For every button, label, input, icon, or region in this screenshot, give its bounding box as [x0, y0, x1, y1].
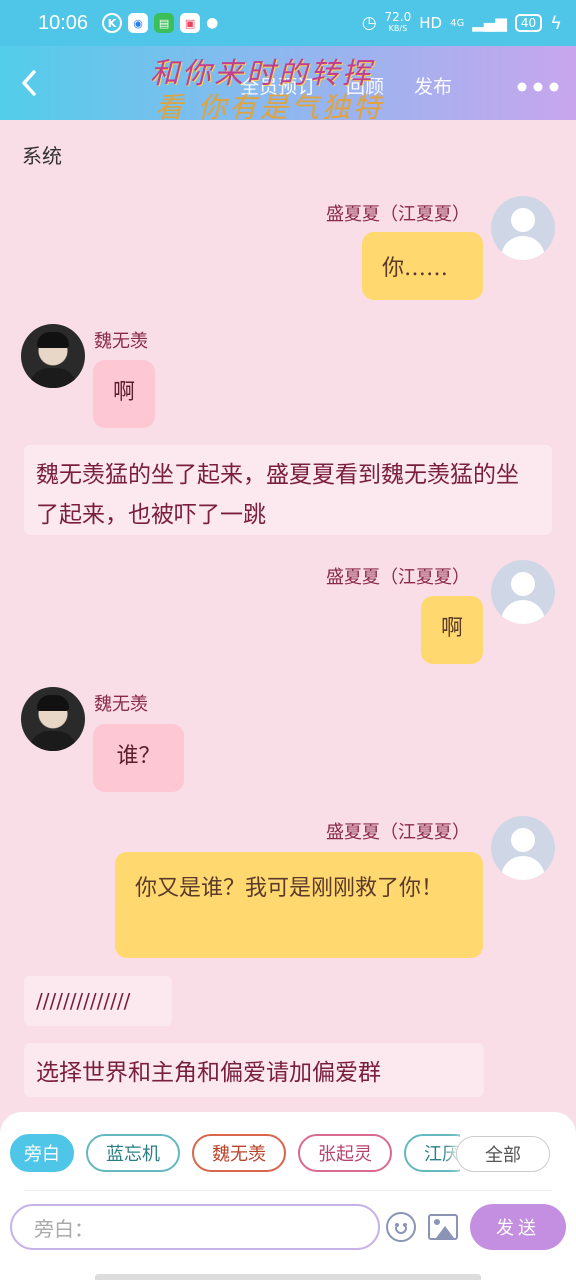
app-icon: ◉ [128, 13, 149, 33]
all-roles-button[interactable]: 全部 [456, 1136, 550, 1172]
narration-text: 魏无羡猛的坐了起来，盛夏夏看到魏无羡猛的坐了起来，也被吓了一跳 [24, 445, 552, 535]
role-chip-lanwangji[interactable]: 蓝忘机 [86, 1134, 180, 1172]
message-bubble[interactable]: 啊 [421, 596, 483, 664]
dot-icon: ● [206, 15, 219, 31]
battery-icon: 40 [514, 14, 543, 32]
more-dots-icon [517, 82, 559, 92]
message-bubble[interactable]: 谁？ [93, 724, 184, 792]
composer-panel: 旁白 蓝忘机 魏无羡 张起灵 江厌 全部 旁白： 发送 [0, 1112, 576, 1280]
shop-app-icon: ▣ [180, 13, 201, 33]
role-selector[interactable]: 旁白 蓝忘机 魏无羡 张起灵 江厌 [10, 1134, 460, 1174]
sender-name: 盛夏夏（江夏夏） [326, 567, 470, 588]
sender-name: 盛夏夏（江夏夏） [326, 822, 470, 843]
alarm-icon: ◷ [361, 13, 377, 33]
back-button[interactable] [18, 68, 46, 98]
narration-text: ////////////// [24, 976, 172, 1026]
role-chip-narrator[interactable]: 旁白 [10, 1134, 74, 1172]
avatar[interactable] [21, 687, 85, 751]
avatar[interactable] [491, 196, 555, 260]
status-bar: 10:06 K ◉ ▤ ▣ ● ◷ 72.0 KB/S HD 4G ▂▄▆ 40… [0, 0, 576, 46]
home-indicator [95, 1274, 481, 1280]
tab-publish[interactable]: 发布 [414, 72, 452, 99]
avatar[interactable] [491, 816, 555, 880]
image-icon[interactable] [428, 1214, 458, 1240]
charging-icon: ϟ [550, 12, 562, 34]
message-bubble[interactable]: 你又是谁？我可是刚刚救了你！ [115, 852, 483, 958]
chat-header: 全员预订 回顾 发布 和你来时的转挥 看 你有是气独特 [0, 46, 576, 124]
message-bubble[interactable]: 你…… [362, 232, 483, 300]
chat-area[interactable]: 系统 盛夏夏（江夏夏） 你…… 魏无羡 啊 魏无羡猛的坐了起来，盛夏夏看到魏无羡… [0, 120, 576, 1110]
sender-name: 魏无羡 [94, 331, 148, 352]
status-right: ◷ 72.0 KB/S HD 4G ▂▄▆ 40 ϟ [361, 10, 562, 34]
signal-icon: ▂▄▆ [472, 14, 507, 32]
role-chip-zhangqiling[interactable]: 张起灵 [298, 1134, 392, 1172]
signal-label: 4G [450, 17, 465, 29]
narration-text: 选择世界和主角和偏爱请加偏爱群 [24, 1043, 484, 1097]
status-time: 10:06 [38, 11, 89, 34]
hd-label: HD [419, 14, 443, 32]
message-bubble[interactable]: 啊 [93, 360, 155, 428]
network-speed: 72.0 KB/S [384, 10, 412, 33]
system-label: 系统 [22, 144, 62, 168]
k-app-icon: K [102, 13, 123, 33]
send-button[interactable]: 发送 [470, 1204, 566, 1250]
divider [24, 1190, 552, 1191]
more-button[interactable] [516, 74, 560, 94]
sender-name: 魏无羡 [94, 694, 148, 715]
notification-icons: K ◉ ▤ ▣ ● [102, 13, 218, 33]
chevron-left-icon [22, 70, 36, 96]
emoji-icon[interactable] [386, 1212, 416, 1242]
role-chip-weiwuxian[interactable]: 魏无羡 [192, 1134, 286, 1172]
sender-name: 盛夏夏（江夏夏） [326, 204, 470, 225]
avatar[interactable] [21, 324, 85, 388]
message-input[interactable]: 旁白： [10, 1204, 380, 1250]
reader-app-icon: ▤ [154, 13, 175, 33]
avatar[interactable] [491, 560, 555, 624]
role-chip-jiangyan[interactable]: 江厌 [404, 1134, 460, 1172]
